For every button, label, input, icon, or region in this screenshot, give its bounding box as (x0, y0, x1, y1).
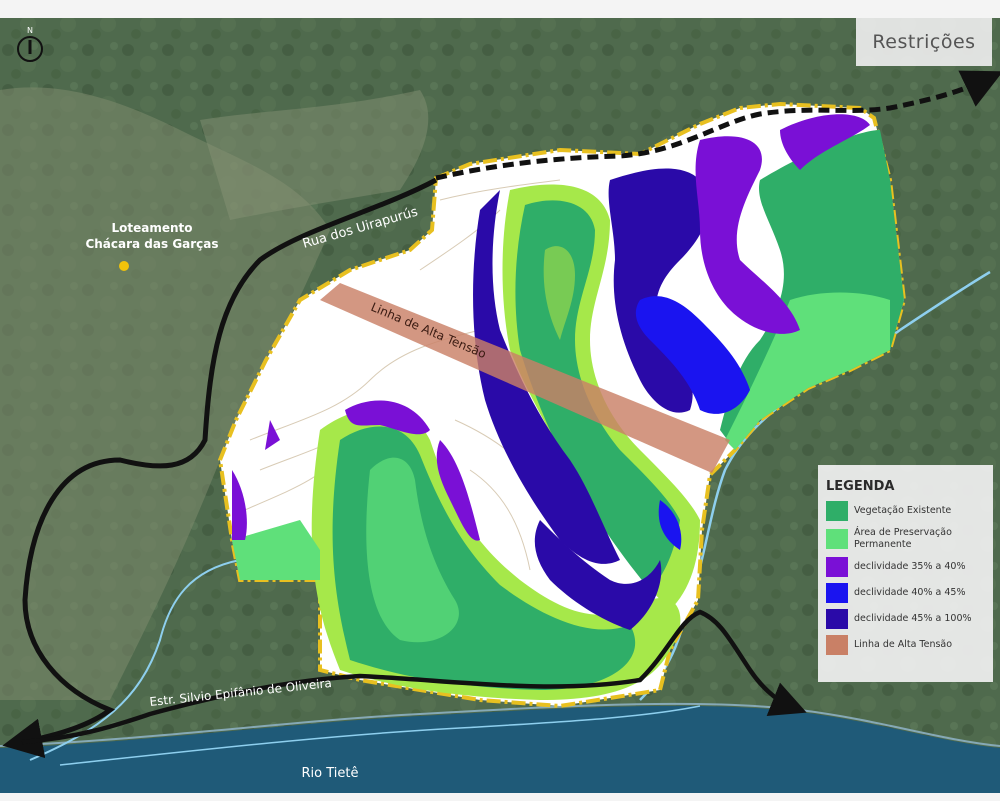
legend-item: declividade 40% a 45% (826, 583, 987, 603)
bottom-strip (0, 793, 1000, 801)
legend-items: Vegetação Existente Área de Preservação Pe… (826, 501, 987, 655)
legend-label: declividade 45% a 100% (854, 613, 972, 625)
loteamento-label-line1: Loteamento (111, 221, 192, 235)
map-frame: N Loteamento Chácara das Garças Rua dos … (0, 0, 1000, 801)
title-box: Restrições (856, 18, 992, 66)
compass-letter: N (27, 26, 33, 35)
legend-label: Área de Preservação Permanente (854, 527, 952, 551)
loteamento-marker (119, 261, 129, 271)
legend-label: declividade 40% a 45% (854, 587, 965, 599)
legend-label-line: Área de Preservação (854, 527, 952, 538)
legend-item: declividade 35% a 40% (826, 557, 987, 577)
legend-label-line: declividade 45% a 100% (854, 613, 972, 624)
legend-label-line: Vegetação Existente (854, 505, 952, 516)
legend-swatch (826, 501, 848, 521)
legend-item: declividade 45% a 100% (826, 609, 987, 629)
legend-swatch (826, 557, 848, 577)
legend-item: Linha de Alta Tensão (826, 635, 987, 655)
legend-label-line: declividade 40% a 45% (854, 587, 966, 598)
legend-item: Área de Preservação Permanente (826, 527, 987, 551)
loteamento-label-line2: Chácara das Garças (85, 237, 218, 251)
legend-item: Vegetação Existente (826, 501, 987, 521)
legend-swatch (826, 635, 848, 655)
legend-label-line: declividade 35% a 40% (854, 561, 966, 572)
legend-swatch (826, 529, 848, 549)
legend-label-line: Permanente (854, 539, 912, 550)
legend-label: Linha de Alta Tensão (854, 639, 952, 651)
legend-swatch (826, 609, 848, 629)
legend-label: Vegetação Existente (854, 505, 951, 517)
map-title: Restrições (872, 31, 976, 53)
legend-label-line: Linha de Alta Tensão (854, 639, 953, 650)
legend: LEGENDA Vegetação Existente Área de Prese… (818, 465, 993, 682)
legend-label: declividade 35% a 40% (854, 561, 965, 573)
legend-swatch (826, 583, 848, 603)
rio-label: Rio Tietê (302, 766, 359, 781)
legend-title: LEGENDA (826, 479, 895, 494)
top-border (0, 0, 1000, 18)
